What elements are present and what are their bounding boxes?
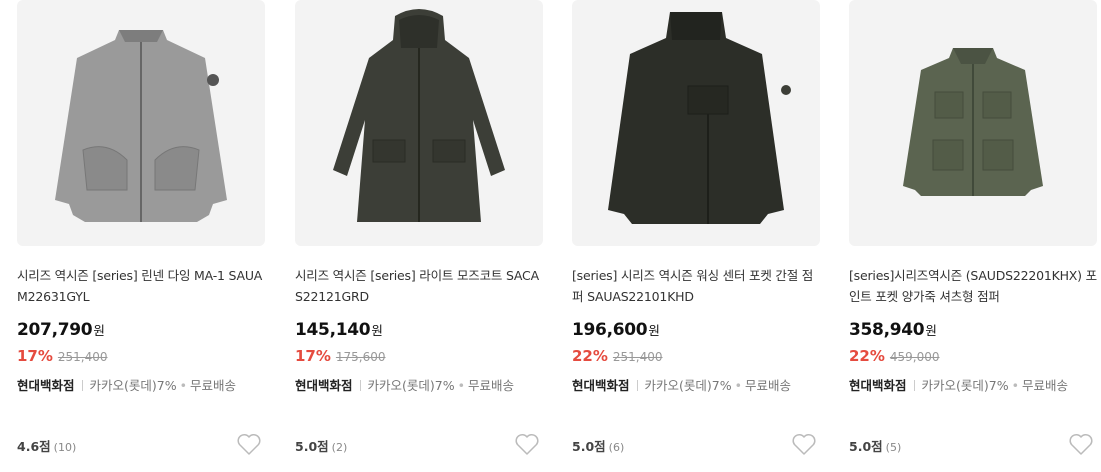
discount-row: 22% 459,000	[849, 346, 940, 365]
rating-row: 5.0점 (6)	[572, 436, 624, 455]
rating-score: 5.0점	[849, 439, 883, 454]
product-image[interactable]	[572, 0, 820, 246]
card-benefit: 카카오(롯데)7%	[644, 378, 732, 393]
original-price: 251,400	[57, 350, 108, 364]
divider	[913, 380, 915, 391]
jacket-image	[608, 12, 791, 224]
shipping-info: 무료배송	[744, 378, 791, 393]
price-row: 358,940원	[849, 320, 937, 340]
original-price: 459,000	[889, 350, 940, 364]
heart-icon[interactable]	[1068, 432, 1094, 456]
info-row: 현대백화점 카카오(롯데)7% • 무료배송	[572, 375, 791, 394]
currency-label: 원	[925, 323, 937, 338]
product-card[interactable]: 시리즈 역시즌 [series] 라이트 모즈코트 SACAS22121GRD …	[295, 0, 543, 472]
coat-image	[333, 9, 505, 222]
discount-rate: 17%	[295, 347, 331, 365]
shirt-jacket-image	[903, 48, 1043, 196]
shipping-info: 무료배송	[1021, 378, 1068, 393]
rating-score: 4.6점	[17, 439, 51, 454]
heart-icon[interactable]	[514, 432, 540, 456]
product-card[interactable]: [series]시리즈역시즌 (SAUDS22201KHX) 포인트 포켓 양가…	[849, 0, 1097, 472]
divider	[359, 380, 361, 391]
shipping-info: 무료배송	[189, 378, 236, 393]
info-row: 현대백화점 카카오(롯데)7% • 무료배송	[295, 375, 514, 394]
review-count[interactable]: (6)	[609, 441, 625, 454]
product-image[interactable]	[17, 0, 265, 246]
jacket-image	[55, 30, 227, 222]
store-name[interactable]: 현대백화점	[572, 378, 630, 393]
price-row: 196,600원	[572, 320, 660, 340]
bullet-dot: •	[457, 378, 465, 393]
currency-label: 원	[648, 323, 660, 338]
original-price: 251,400	[612, 350, 663, 364]
rating-row: 5.0점 (2)	[295, 436, 347, 455]
product-title[interactable]: [series]시리즈역시즌 (SAUDS22201KHX) 포인트 포켓 양가…	[849, 265, 1097, 307]
product-image[interactable]	[295, 0, 543, 246]
currency-label: 원	[371, 323, 383, 338]
card-benefit: 카카오(롯데)7%	[921, 378, 1009, 393]
divider	[81, 380, 83, 391]
currency-label: 원	[93, 323, 105, 338]
product-title[interactable]: 시리즈 역시즌 [series] 라이트 모즈코트 SACAS22121GRD	[295, 265, 543, 307]
rating-score: 5.0점	[572, 439, 606, 454]
discount-rate: 17%	[17, 347, 53, 365]
price-row: 145,140원	[295, 320, 383, 340]
product-card[interactable]: [series] 시리즈 역시즌 워싱 센터 포켓 간절 점퍼 SAUAS221…	[572, 0, 820, 472]
product-title[interactable]: 시리즈 역시즌 [series] 린넨 다잉 MA-1 SAUAM22631GY…	[17, 265, 265, 307]
review-count[interactable]: (2)	[332, 441, 348, 454]
product-title[interactable]: [series] 시리즈 역시즌 워싱 센터 포켓 간절 점퍼 SAUAS221…	[572, 265, 820, 307]
discount-row: 17% 175,600	[295, 346, 386, 365]
rating-score: 5.0점	[295, 439, 329, 454]
review-count[interactable]: (5)	[886, 441, 902, 454]
product-grid: 시리즈 역시즌 [series] 린넨 다잉 MA-1 SAUAM22631GY…	[0, 0, 1101, 472]
review-count[interactable]: (10)	[54, 441, 77, 454]
rating-row: 4.6점 (10)	[17, 436, 76, 455]
product-image[interactable]	[849, 0, 1097, 246]
product-card[interactable]: 시리즈 역시즌 [series] 린넨 다잉 MA-1 SAUAM22631GY…	[17, 0, 265, 472]
discount-rate: 22%	[572, 347, 608, 365]
info-row: 현대백화점 카카오(롯데)7% • 무료배송	[17, 375, 236, 394]
price-row: 207,790원	[17, 320, 105, 340]
bullet-dot: •	[1011, 378, 1019, 393]
sale-price: 145,140	[295, 320, 371, 340]
discount-rate: 22%	[849, 347, 885, 365]
heart-icon[interactable]	[236, 432, 262, 456]
rating-row: 5.0점 (5)	[849, 436, 901, 455]
sale-price: 207,790	[17, 320, 93, 340]
store-name[interactable]: 현대백화점	[295, 378, 353, 393]
sale-price: 358,940	[849, 320, 925, 340]
store-name[interactable]: 현대백화점	[17, 378, 75, 393]
store-name[interactable]: 현대백화점	[849, 378, 907, 393]
sale-price: 196,600	[572, 320, 648, 340]
divider	[636, 380, 638, 391]
shipping-info: 무료배송	[467, 378, 514, 393]
card-benefit: 카카오(롯데)7%	[367, 378, 455, 393]
discount-row: 22% 251,400	[572, 346, 663, 365]
bullet-dot: •	[734, 378, 742, 393]
original-price: 175,600	[335, 350, 386, 364]
heart-icon[interactable]	[791, 432, 817, 456]
info-row: 현대백화점 카카오(롯데)7% • 무료배송	[849, 375, 1068, 394]
card-benefit: 카카오(롯데)7%	[89, 378, 177, 393]
discount-row: 17% 251,400	[17, 346, 108, 365]
bullet-dot: •	[179, 378, 187, 393]
